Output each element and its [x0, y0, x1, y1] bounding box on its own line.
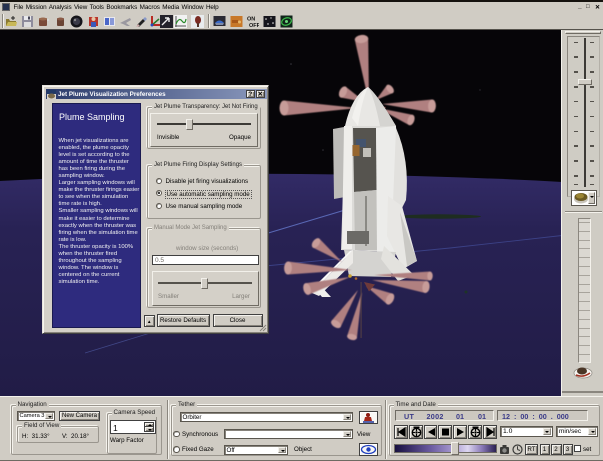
- svg-text:OFF: OFF: [249, 23, 259, 28]
- svg-text:ON: ON: [247, 16, 255, 22]
